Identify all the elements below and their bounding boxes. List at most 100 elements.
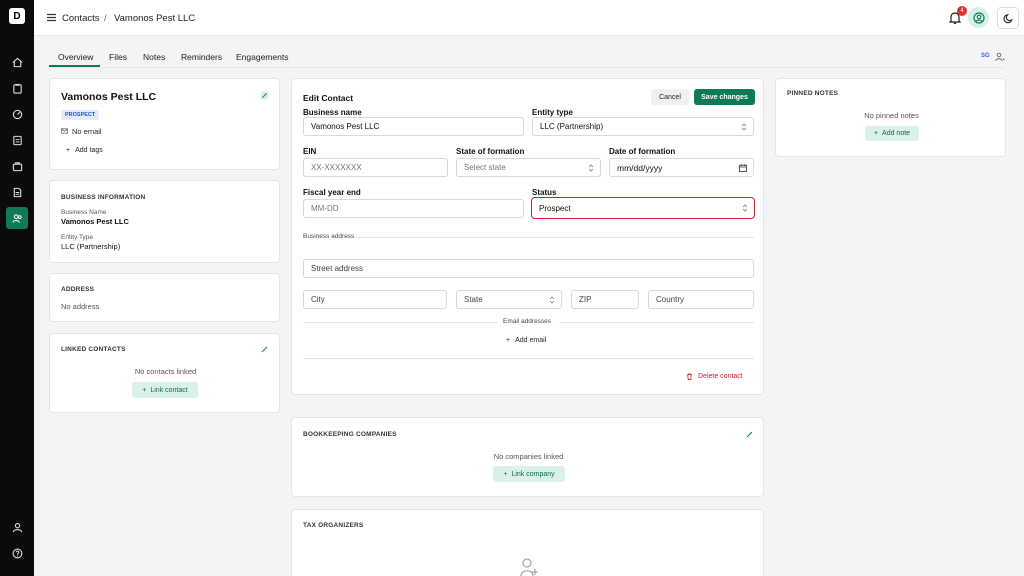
edit-icon[interactable] (260, 345, 269, 354)
entity-type-label: Entity Type (61, 234, 94, 241)
tabs-divider (49, 67, 1005, 68)
address-title: ADDRESS (61, 286, 95, 293)
linked-contacts-card: LINKED CONTACTS No contacts linked + Link… (49, 333, 280, 413)
fiscal-year-input[interactable]: MM-DD (303, 199, 524, 218)
plus-icon: + (142, 386, 147, 394)
contact-email: No email (72, 127, 102, 136)
assignee-initials[interactable]: SG (981, 53, 990, 59)
add-email-button[interactable]: + Add email (506, 337, 546, 344)
state-formation-field-label: State of formation (456, 147, 525, 156)
tax-organizers-title: TAX ORGANIZERS (303, 522, 364, 529)
street-address-input[interactable]: Street address (303, 259, 754, 278)
entity-type-select[interactable]: LLC (Partnership) (532, 117, 754, 136)
add-person-icon (520, 558, 538, 576)
ein-input[interactable]: XX-XXXXXXX (303, 158, 448, 177)
bookkeeping-empty: No companies linked (493, 452, 564, 461)
breadcrumb-current: Vamonos Pest LLC (114, 13, 196, 24)
app-logo[interactable]: D (9, 8, 25, 24)
business-info-title: BUSINESS INFORMATION (61, 194, 146, 201)
add-email-label: Add email (515, 337, 547, 344)
user-avatar-button[interactable] (968, 7, 989, 28)
business-info-card: BUSINESS INFORMATION Business Name Vamon… (49, 180, 280, 263)
add-tags-button[interactable]: + Add tags (66, 147, 103, 154)
help-icon[interactable] (6, 542, 28, 564)
delete-contact-button[interactable]: Delete contact (686, 373, 743, 380)
select-chevron-icon (588, 163, 594, 172)
tab-reminders[interactable]: Reminders (181, 52, 222, 62)
add-note-button[interactable]: + Add note (865, 126, 919, 141)
top-bar: Contacts / Vamonos Pest LLC 4 (34, 0, 1024, 36)
user-circle-icon (972, 11, 985, 24)
entity-type-selected: LLC (Partnership) (540, 122, 604, 131)
business-name-input[interactable]: Vamonos Pest LLC (303, 117, 524, 136)
ein-field-label: EIN (303, 147, 317, 156)
linked-contacts-title: LINKED CONTACTS (61, 346, 126, 353)
divider (303, 358, 754, 359)
tab-overview[interactable]: Overview (58, 52, 93, 62)
status-select[interactable]: Prospect (531, 197, 755, 219)
tab-files[interactable]: Files (109, 52, 127, 62)
state-formation-select[interactable]: Select state (456, 158, 601, 177)
date-placeholder: mm/dd/yyyy (617, 162, 663, 173)
menu-icon[interactable] (47, 13, 56, 22)
edit-icon[interactable] (745, 430, 754, 439)
contact-summary-card: Vamonos Pest LLC PROSPECT No email + Add … (49, 78, 280, 170)
document-icon[interactable] (6, 129, 28, 151)
mail-icon (61, 128, 68, 134)
address-value: No address (61, 302, 100, 311)
calendar-icon[interactable] (739, 163, 747, 172)
clipboard-icon[interactable] (6, 77, 28, 99)
date-formation-field-label: Date of formation (609, 147, 676, 156)
bookkeeping-card: BOOKKEEPING COMPANIES No companies linke… (291, 417, 764, 497)
user-icon[interactable] (6, 516, 28, 538)
address-card: ADDRESS No address (49, 273, 280, 322)
link-company-button[interactable]: + Link company (493, 466, 565, 482)
plus-icon: + (506, 337, 511, 344)
add-tags-label: Add tags (75, 147, 103, 154)
assign-user-icon[interactable] (995, 52, 1005, 62)
gauge-icon[interactable] (6, 103, 28, 125)
zip-input[interactable]: ZIP (571, 290, 639, 309)
tab-engagements[interactable]: Engagements (236, 52, 288, 62)
select-chevron-icon (741, 122, 747, 131)
entity-type-value: LLC (Partnership) (61, 242, 121, 251)
breadcrumb-contacts[interactable]: Contacts (62, 13, 100, 24)
date-formation-input[interactable]: mm/dd/yyyy (609, 158, 754, 177)
trash-icon (686, 373, 693, 380)
fiscal-year-field-label: Fiscal year end (303, 188, 361, 197)
contact-name: Vamonos Pest LLC (61, 91, 157, 103)
briefcase-icon[interactable] (6, 155, 28, 177)
link-contact-button[interactable]: + Link contact (132, 382, 198, 398)
city-input[interactable]: City (303, 290, 447, 309)
state-formation-placeholder: Select state (464, 163, 506, 172)
state-select[interactable]: State (456, 290, 562, 309)
divider (356, 237, 754, 238)
contacts-icon[interactable] (6, 207, 28, 229)
delete-contact-label: Delete contact (698, 373, 743, 380)
save-changes-button[interactable]: Save changes (694, 89, 755, 105)
theme-toggle-button[interactable] (997, 7, 1019, 29)
edit-icon[interactable] (260, 91, 269, 100)
linked-contacts-empty: No contacts linked (134, 367, 197, 376)
pinned-notes-card: PINNED NOTES No pinned notes + Add note (775, 78, 1006, 157)
plus-icon: + (873, 130, 879, 137)
email-addresses-label: Email addresses (503, 318, 552, 325)
moon-icon (1002, 13, 1013, 23)
add-note-label: Add note (882, 130, 911, 137)
status-field-label: Status (532, 188, 557, 197)
business-name-field-label: Business name (303, 108, 362, 117)
sidebar: D (0, 0, 34, 576)
cancel-button[interactable]: Cancel (651, 89, 689, 105)
home-icon[interactable] (6, 51, 28, 73)
tab-notes[interactable]: Notes (143, 52, 165, 62)
status-selected: Prospect (539, 203, 571, 213)
notification-badge: 4 (957, 6, 967, 16)
country-input[interactable]: Country (648, 290, 754, 309)
business-name-value: Vamonos Pest LLC (61, 217, 129, 226)
file-text-icon[interactable] (6, 181, 28, 203)
edit-contact-card: Edit Contact Cancel Save changes Busines… (291, 78, 764, 395)
business-name-label: Business Name (61, 209, 107, 216)
plus-icon: + (66, 147, 71, 154)
business-address-label: Business address (303, 233, 355, 240)
select-chevron-icon (549, 295, 555, 304)
